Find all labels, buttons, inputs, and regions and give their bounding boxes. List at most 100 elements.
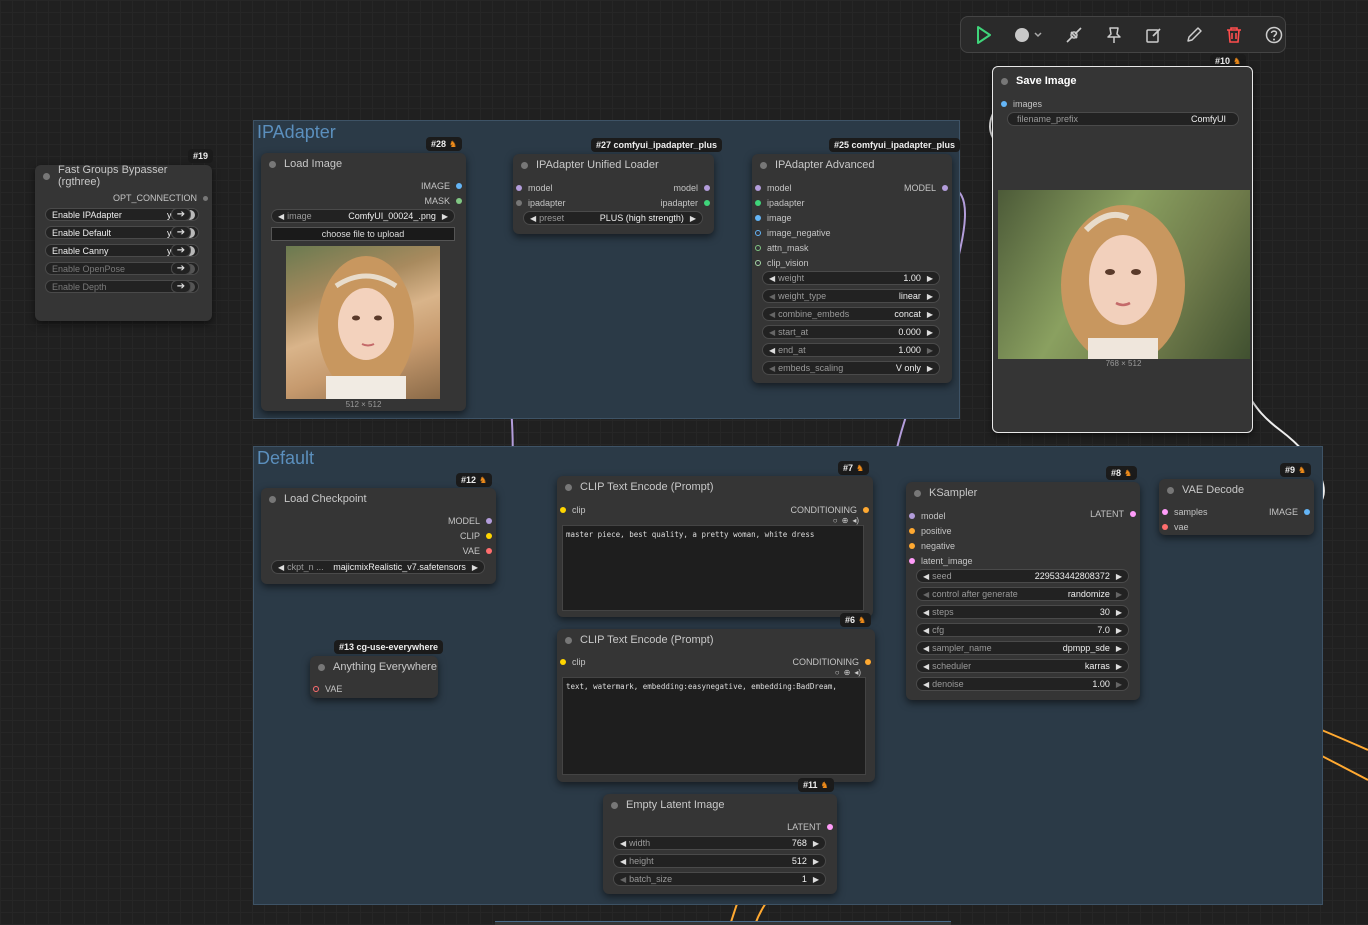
preset-widget[interactable]: ◀ preset PLUS (high strength) ▶	[523, 211, 703, 225]
node-title[interactable]: Load Image	[261, 153, 466, 175]
slot-dot-icon[interactable]	[755, 245, 761, 251]
denoise-widget[interactable]: ◀ denoise 1.00 ▶	[916, 677, 1129, 691]
input-slot-clip[interactable]: clip	[560, 657, 586, 667]
arrow-left-icon[interactable]: ◀	[769, 328, 775, 337]
arrow-right-icon[interactable]: ▶	[927, 310, 933, 319]
slot-dot-icon[interactable]	[486, 533, 492, 539]
navigate-arrow-button[interactable]: ➔	[171, 244, 191, 257]
arrow-right-icon[interactable]: ▶	[927, 292, 933, 301]
arrow-right-icon[interactable]: ▶	[1116, 608, 1122, 617]
batch-size-widget[interactable]: ◀ batch_size 1 ▶	[613, 872, 826, 886]
collapse-dot-icon[interactable]	[1001, 77, 1008, 85]
collapse-dot-icon[interactable]	[269, 495, 276, 503]
control-after-generate-widget[interactable]: ◀ control after generate randomize ▶	[916, 587, 1129, 601]
checkpoint-widget[interactable]: ◀ ckpt_n ... majicmixRealistic_v7.safete…	[271, 560, 485, 574]
slot-dot-icon[interactable]	[909, 528, 915, 534]
input-slot-model[interactable]: model	[755, 183, 792, 193]
pin-icon[interactable]	[1103, 24, 1125, 46]
navigate-arrow-button[interactable]: ➔	[171, 262, 191, 275]
load-checkpoint-node[interactable]: Load Checkpoint MODEL CLIP VAE ◀ ckpt_n …	[261, 488, 496, 584]
ipadapter-advanced-node[interactable]: IPAdapter Advanced model ipadapter image…	[752, 154, 952, 383]
slot-dot-icon[interactable]	[486, 518, 492, 524]
slot-dot-icon[interactable]	[313, 686, 319, 692]
arrow-right-icon[interactable]: ▶	[813, 839, 819, 848]
output-slot-mask[interactable]: MASK	[424, 196, 462, 206]
node-title[interactable]: VAE Decode	[1159, 479, 1314, 501]
arrow-right-icon[interactable]: ▶	[813, 875, 819, 884]
output-slot-model[interactable]: MODEL	[448, 516, 492, 526]
input-slot-image-negative[interactable]: image_negative	[755, 228, 831, 238]
input-slot-negative[interactable]: negative	[909, 541, 955, 551]
arrow-left-icon[interactable]: ◀	[923, 680, 929, 689]
output-slot-ipadapter[interactable]: ipadapter	[660, 198, 710, 208]
slot-dot-icon[interactable]	[516, 200, 522, 206]
embeds-scaling-widget[interactable]: ◀ embeds_scaling V only ▶	[762, 361, 940, 375]
output-slot-latent[interactable]: LATENT	[1090, 509, 1136, 519]
cfg-widget[interactable]: ◀ cfg 7.0 ▶	[916, 623, 1129, 637]
arrow-left-icon[interactable]: ◀	[923, 626, 929, 635]
arrow-left-icon[interactable]: ◀	[923, 572, 929, 581]
arrow-right-icon[interactable]: ▶	[927, 274, 933, 283]
collapse-dot-icon[interactable]	[760, 161, 767, 169]
slot-dot-icon[interactable]	[1162, 509, 1168, 515]
arrow-right-icon[interactable]: ▶	[690, 214, 696, 223]
input-slot-image[interactable]: image	[755, 213, 792, 223]
slot-dot-icon[interactable]	[704, 200, 710, 206]
prompt-textarea[interactable]: master piece, best quality, a pretty wom…	[562, 525, 864, 611]
node-title[interactable]: IPAdapter Advanced	[752, 154, 952, 176]
output-slot-conditioning[interactable]: CONDITIONING	[791, 505, 869, 515]
slot-dot-icon[interactable]	[909, 513, 915, 519]
collapse-dot-icon[interactable]	[611, 801, 618, 809]
steps-widget[interactable]: ◀ steps 30 ▶	[916, 605, 1129, 619]
empty-latent-image-node[interactable]: Empty Latent Image LATENT ◀ width 768 ▶ …	[603, 794, 837, 894]
play-icon[interactable]	[973, 24, 995, 46]
image-select-widget[interactable]: ◀ image ComfyUI_00024_.png ▶	[271, 209, 455, 223]
node-title[interactable]: CLIP Text Encode (Prompt)	[557, 629, 875, 651]
arrow-right-icon[interactable]: ▶	[1116, 680, 1122, 689]
arrow-right-icon[interactable]: ▶	[1116, 644, 1122, 653]
ipadapter-unified-loader-node[interactable]: IPAdapter Unified Loader model ipadapter…	[513, 154, 714, 234]
arrow-left-icon[interactable]: ◀	[620, 875, 626, 884]
input-slot-positive[interactable]: positive	[909, 526, 952, 536]
end-at-widget[interactable]: ◀ end_at 1.000 ▶	[762, 343, 940, 357]
slot-dot-icon[interactable]	[1130, 511, 1136, 517]
arrow-right-icon[interactable]: ▶	[927, 328, 933, 337]
collapse-dot-icon[interactable]	[565, 483, 572, 491]
slot-dot-icon[interactable]	[863, 507, 869, 513]
node-title[interactable]: Anything Everywhere	[310, 656, 438, 678]
slot-dot-icon[interactable]	[1162, 524, 1168, 530]
arrow-left-icon[interactable]: ◀	[923, 644, 929, 653]
output-slot-image[interactable]: IMAGE	[1269, 507, 1310, 517]
weight-type-widget[interactable]: ◀ weight_type linear ▶	[762, 289, 940, 303]
speaker-icon[interactable]: ◂)	[852, 516, 859, 525]
input-slot-model[interactable]: model	[909, 511, 946, 521]
node-title[interactable]: Save Image	[993, 67, 1252, 95]
slot-dot-icon[interactable]	[486, 548, 492, 554]
slot-dot-icon[interactable]	[865, 659, 871, 665]
input-slot-samples[interactable]: samples	[1162, 507, 1208, 517]
clip-text-encode-negative-node[interactable]: CLIP Text Encode (Prompt) clip CONDITION…	[557, 629, 875, 782]
load-image-node[interactable]: Load Image IMAGE MASK ◀ image ComfyUI_00…	[261, 153, 466, 411]
input-slot-ipadapter[interactable]: ipadapter	[755, 198, 805, 208]
input-slot-attn-mask[interactable]: attn_mask	[755, 243, 809, 253]
input-slot-vae[interactable]: VAE	[313, 684, 342, 694]
slot-dot-icon[interactable]	[560, 507, 566, 513]
start-at-widget[interactable]: ◀ start_at 0.000 ▶	[762, 325, 940, 339]
collapse-dot-icon[interactable]	[43, 172, 50, 180]
collapse-dot-icon[interactable]	[565, 636, 572, 644]
arrow-left-icon[interactable]: ◀	[530, 214, 536, 223]
arrow-left-icon[interactable]: ◀	[620, 857, 626, 866]
weight-widget[interactable]: ◀ weight 1.00 ▶	[762, 271, 940, 285]
node-title[interactable]: IPAdapter Unified Loader	[513, 154, 714, 176]
bypass-icon[interactable]	[1063, 24, 1085, 46]
slot-dot-icon[interactable]	[456, 198, 462, 204]
slot-dot-icon[interactable]	[203, 195, 208, 201]
node-title[interactable]: Fast Groups Bypasser (rgthree)	[35, 164, 212, 188]
slot-dot-icon[interactable]	[755, 260, 761, 266]
slot-dot-icon[interactable]	[755, 215, 761, 221]
slot-dot-icon[interactable]	[827, 824, 833, 830]
arrow-right-icon[interactable]: ▶	[1116, 590, 1122, 599]
slot-dot-icon[interactable]	[909, 543, 915, 549]
scheduler-widget[interactable]: ◀ scheduler karras ▶	[916, 659, 1129, 673]
target-icon[interactable]: ⊕	[844, 668, 851, 677]
